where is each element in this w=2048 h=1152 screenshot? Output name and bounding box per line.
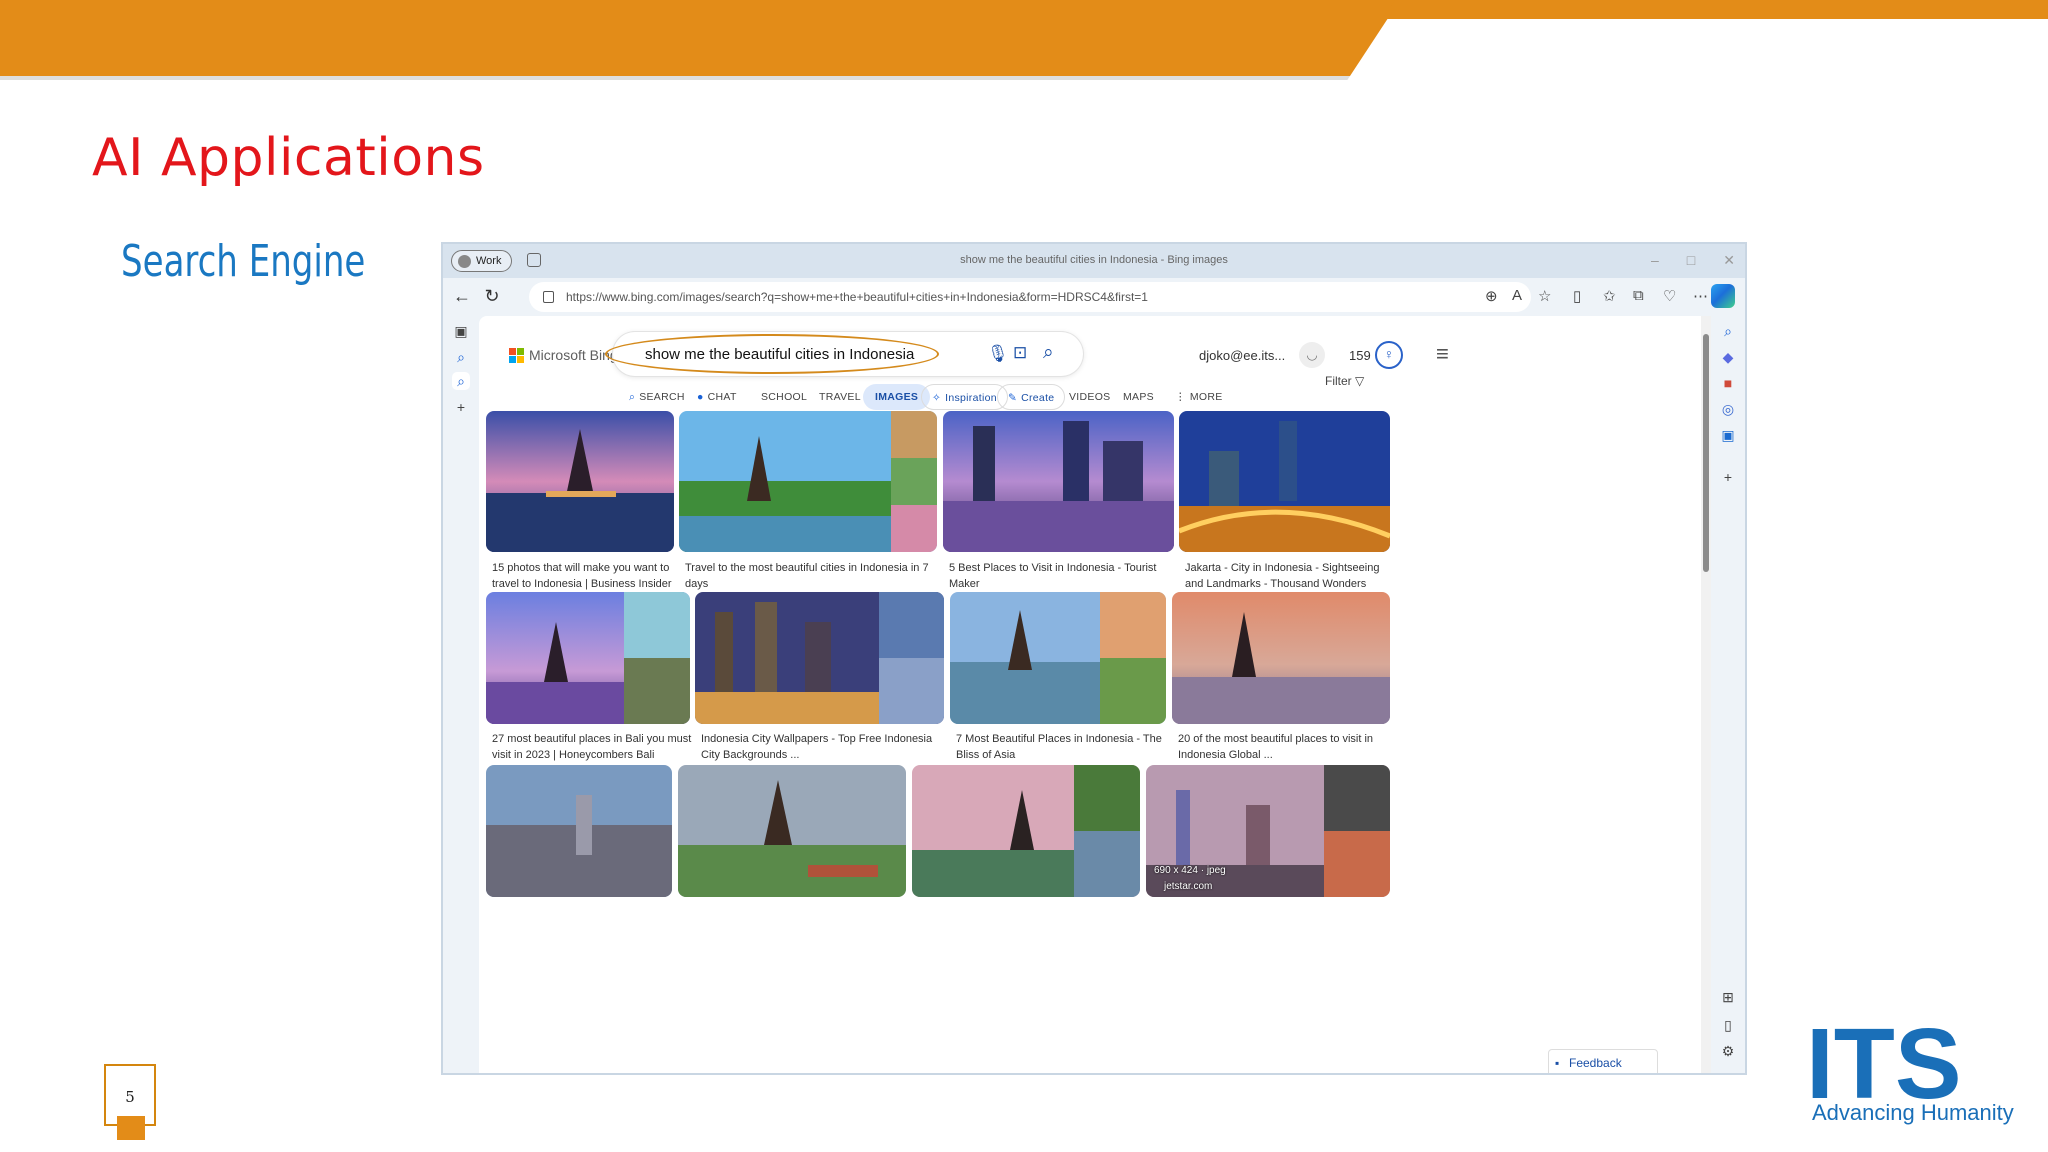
- sidebar-tools-icon[interactable]: ■: [1719, 374, 1737, 392]
- favorites-icon[interactable]: ✩: [1603, 287, 1616, 305]
- refresh-icon[interactable]: ↻: [481, 286, 503, 307]
- active-tab-icon[interactable]: ⌕: [452, 372, 470, 390]
- result-caption-8[interactable]: 20 of the most beautiful places to visit…: [1178, 731, 1390, 763]
- result-caption-4[interactable]: Jakarta - City in Indonesia - Sightseein…: [1185, 560, 1385, 592]
- collections-icon[interactable]: ⧉: [1633, 287, 1644, 304]
- slide-subtitle: Search Engine: [121, 236, 366, 287]
- result-caption-2[interactable]: Travel to the most beautiful cities in I…: [685, 560, 935, 592]
- window-controls: – □ ✕: [1651, 252, 1735, 269]
- edge-sidebar: ⌕ ◆ ■ ◎ ▣ + ⊞ ▯ ⚙: [1711, 316, 1745, 1073]
- close-icon[interactable]: ✕: [1723, 252, 1735, 269]
- sidebar-shopping-icon[interactable]: ◆: [1719, 348, 1737, 366]
- extensions-icon[interactable]: ♡: [1663, 287, 1676, 305]
- sidebar-outlook-icon[interactable]: ▣: [1719, 426, 1737, 444]
- feedback-icon: ▪: [1555, 1056, 1560, 1070]
- address-row: ← ↻ https://www.bing.com/images/search?q…: [443, 278, 1745, 316]
- image-hover-meta: 690 x 424 · jpeg: [1154, 865, 1226, 876]
- bing-page: Microsoft Bing show me the beautiful cit…: [479, 316, 1715, 1073]
- favorite-icon[interactable]: ☆: [1538, 287, 1551, 305]
- title-bar: Work show me the beautiful cities in Ind…: [443, 244, 1745, 278]
- maximize-icon[interactable]: □: [1687, 252, 1695, 269]
- result-caption-5[interactable]: 27 most beautiful places in Bali you mus…: [492, 731, 692, 763]
- image-hover-source[interactable]: jetstar.com: [1164, 881, 1212, 892]
- result-image-7[interactable]: [950, 592, 1166, 724]
- top-banner: [0, 0, 2048, 80]
- tab-panel-icon[interactable]: ▣: [452, 322, 470, 340]
- result-image-9[interactable]: [486, 765, 672, 897]
- result-image-3[interactable]: [943, 411, 1174, 552]
- url-text: https://www.bing.com/images/search?q=sho…: [566, 290, 1148, 304]
- scrollbar-thumb[interactable]: [1703, 334, 1709, 572]
- more-icon[interactable]: ⋯: [1693, 287, 1708, 305]
- page-scrollbar[interactable]: [1701, 316, 1711, 1073]
- result-image-1[interactable]: [486, 411, 674, 552]
- copilot-icon[interactable]: [1711, 284, 1735, 308]
- its-tagline: Advancing Humanity: [1812, 1100, 2014, 1125]
- result-image-8[interactable]: [1172, 592, 1390, 724]
- sidebar-panel-icon[interactable]: ▯: [1719, 1016, 1737, 1034]
- sidebar-search-icon[interactable]: ⌕: [1719, 322, 1737, 340]
- result-image-11[interactable]: [912, 765, 1140, 897]
- result-caption-7[interactable]: 7 Most Beautiful Places in Indonesia - T…: [956, 731, 1166, 763]
- browser-screenshot: Work show me the beautiful cities in Ind…: [441, 242, 1747, 1075]
- feedback-button[interactable]: ▪ Feedback: [1548, 1049, 1658, 1073]
- vertical-tabs-bar: ▣ ⌕ ⌕ +: [443, 316, 479, 1073]
- back-icon[interactable]: ←: [451, 286, 473, 307]
- result-image-2[interactable]: [679, 411, 937, 552]
- result-caption-3[interactable]: 5 Best Places to Visit in Indonesia - To…: [949, 560, 1174, 592]
- lock-icon: [543, 291, 554, 303]
- address-bar[interactable]: https://www.bing.com/images/search?q=sho…: [529, 282, 1531, 312]
- image-results-grid: 15 photos that will make you want to tra…: [479, 316, 1715, 1073]
- read-aloud-icon[interactable]: A: [1512, 287, 1522, 304]
- result-caption-6[interactable]: Indonesia City Wallpapers - Top Free Ind…: [701, 731, 941, 763]
- result-image-4[interactable]: [1179, 411, 1390, 552]
- bing-tab-icon[interactable]: ⌕: [452, 348, 470, 366]
- window-title: show me the beautiful cities in Indonesi…: [960, 254, 1228, 266]
- page-number-accent: [117, 1116, 145, 1140]
- zoom-icon[interactable]: ⊕: [1485, 287, 1498, 305]
- page-number: 5: [125, 1088, 135, 1106]
- sidebar-settings-icon[interactable]: ⚙: [1719, 1042, 1737, 1060]
- result-caption-1[interactable]: 15 photos that will make you want to tra…: [492, 560, 672, 592]
- sidebar-office-icon[interactable]: ◎: [1719, 400, 1737, 418]
- sidebar-screen-icon[interactable]: ⊞: [1719, 988, 1737, 1006]
- slide-title: AI Applications: [92, 128, 485, 188]
- split-screen-icon[interactable]: ▯: [1573, 287, 1581, 305]
- result-image-5[interactable]: [486, 592, 690, 724]
- new-tab-icon[interactable]: +: [452, 398, 470, 416]
- result-image-10[interactable]: [678, 765, 906, 897]
- sidebar-add-icon[interactable]: +: [1719, 468, 1737, 486]
- result-image-6[interactable]: [695, 592, 944, 724]
- result-image-12[interactable]: 690 x 424 · jpeg jetstar.com: [1146, 765, 1390, 897]
- minimize-icon[interactable]: –: [1651, 252, 1659, 269]
- slide: AI Applications Search Engine Work show …: [0, 0, 2048, 1152]
